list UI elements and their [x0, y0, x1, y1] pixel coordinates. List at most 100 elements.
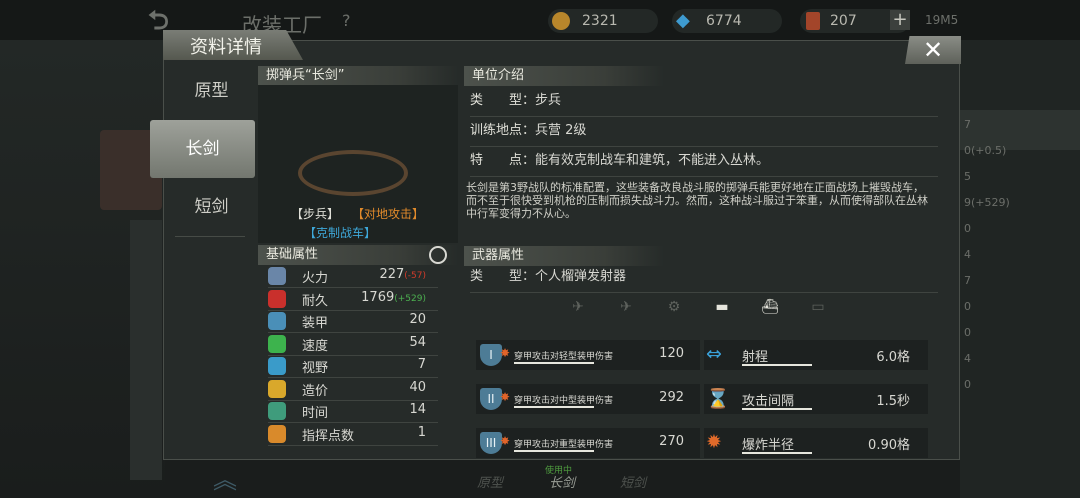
- tab-divider: [175, 236, 245, 237]
- background-value: 0(+0.5): [964, 144, 1007, 157]
- tab-shortsword[interactable]: 短剑: [165, 178, 258, 236]
- cost-icon: [268, 379, 286, 398]
- prop-label: 爆炸半径: [742, 438, 795, 453]
- diamond-icon: ◆: [676, 10, 690, 31]
- card-icon: [806, 12, 820, 30]
- weapon-type-row: 类 型：个人榴弹发射器: [470, 264, 938, 293]
- helicopter-icon: ⚙: [667, 299, 681, 315]
- explosion-icon: ✹: [706, 431, 722, 453]
- tab-longsword[interactable]: 长剑: [150, 120, 255, 178]
- background-value: 5: [964, 170, 971, 183]
- intro-key: 特 点：: [470, 153, 536, 168]
- close-button[interactable]: ✕: [905, 36, 961, 64]
- armor-shield-icon: III: [480, 432, 502, 454]
- stat-row: 火力 227(-57): [268, 265, 438, 288]
- background-value: 7: [964, 118, 971, 131]
- armor-shield-icon: I: [480, 344, 502, 366]
- intro-key: 训练地点：: [470, 123, 536, 138]
- damage-value: 292: [659, 390, 684, 405]
- damage-underline: [514, 450, 594, 452]
- add-button[interactable]: +: [890, 10, 910, 30]
- damage-label: 穿甲攻击对中型装甲伤害: [514, 396, 614, 406]
- background-bottom-tabs: 使用中 原型 长剑 短剑: [165, 460, 960, 498]
- stat-value: 20: [409, 312, 426, 327]
- top-bar: ⮌ 改装工厂 ? 2321 ◆ 6774 207 + 19M5: [0, 0, 1080, 40]
- damage-value: 120: [659, 346, 684, 361]
- ship-icon: ⛴: [761, 299, 779, 315]
- chevron-up-icon[interactable]: ︽: [205, 460, 245, 494]
- stat-value: 1769(+529): [361, 290, 426, 305]
- damage-value: 270: [659, 434, 684, 449]
- unit-base-ring: [298, 150, 408, 196]
- armor-class-roman: II: [487, 392, 495, 406]
- stat-value: 40: [409, 380, 426, 395]
- intro-row: 类 型：步兵: [470, 88, 938, 117]
- gold-counter: 2321: [548, 9, 658, 33]
- range-icon: ⇔: [706, 343, 722, 365]
- background-unit-list: [0, 40, 165, 498]
- armor-class-roman: I: [489, 348, 493, 362]
- intro-value: 兵营 2级: [535, 123, 587, 138]
- prop-underline: [742, 364, 812, 366]
- stat-number: 14: [409, 402, 426, 417]
- tab-prototype[interactable]: 原型: [165, 62, 258, 120]
- firepower-icon: [268, 267, 286, 285]
- bottom-tab-prototype[interactable]: 原型: [477, 472, 503, 491]
- time-icon: [268, 402, 286, 420]
- plane-icon: ✈: [572, 299, 584, 315]
- prop-label: 射程: [742, 350, 769, 365]
- stat-row: 速度 54: [268, 333, 438, 356]
- intro-key: 类 型：: [470, 93, 536, 108]
- unit-tag-type: 【步兵】: [291, 207, 340, 221]
- damage-row: II ✸ 穿甲攻击对中型装甲伤害 292: [476, 384, 700, 414]
- stat-number: 1769: [361, 289, 395, 305]
- flame-icon: ✸: [500, 390, 511, 404]
- background-stats-column: 7 0(+0.5) 5 9(+529) 0 4 7 0 0 4 0: [960, 40, 1080, 498]
- unit-intro-header: 单位介绍: [464, 66, 664, 86]
- stat-row: 时间 14: [268, 400, 438, 423]
- armor-class-roman: III: [485, 436, 497, 450]
- unit-description: 长剑是第3野战队的标准配置，这些装备改良战斗服的掷弹兵能更好地在正面战场上摧毁战…: [466, 181, 928, 220]
- stat-label: 视野: [302, 361, 329, 376]
- hourglass-icon: ⌛: [706, 388, 730, 410]
- command-icon: [268, 424, 286, 443]
- unit-tag-attack: 【对地攻击】: [352, 207, 425, 221]
- stat-label: 时间: [302, 406, 329, 421]
- tank-icon: ▬: [715, 299, 729, 315]
- gold-coin-icon: [552, 12, 570, 30]
- intro-row: 训练地点：兵营 2级: [470, 118, 938, 147]
- armor-icon: [268, 312, 286, 330]
- stat-bonus: (-57): [404, 271, 426, 281]
- base-stats-header: 基础属性: [258, 245, 458, 265]
- stat-label: 速度: [302, 338, 329, 354]
- bottom-tab-longsword[interactable]: 长剑: [549, 472, 575, 491]
- heart-icon: [268, 289, 286, 308]
- stat-value: 227(-57): [379, 267, 426, 282]
- bottom-tab-shortsword[interactable]: 短剑: [620, 472, 646, 491]
- eye-icon: [268, 357, 286, 375]
- stat-label: 指挥点数: [302, 428, 355, 444]
- background-value: 4: [964, 248, 971, 261]
- weapon-prop-row: ⇔ 射程 6.0格: [704, 340, 928, 370]
- diamond-counter: ◆ 6774: [672, 9, 782, 33]
- stat-label: 装甲: [302, 316, 329, 331]
- weapon-prop-row: ✹ 爆炸半径 0.90格: [704, 428, 928, 458]
- stat-bonus: (+529): [394, 293, 426, 304]
- panel-title: 资料详情: [190, 37, 262, 58]
- unit-tag-counter: 【克制战车】: [304, 226, 377, 240]
- submarine-icon: ▭: [811, 299, 825, 315]
- damage-underline: [514, 362, 594, 364]
- bomber-icon: ✈: [620, 299, 632, 315]
- rotate-view-icon[interactable]: [429, 246, 447, 264]
- background-value: 7: [964, 274, 971, 287]
- stat-row: 视野 7: [268, 355, 438, 378]
- prop-value: 1.5秒: [876, 394, 910, 409]
- flame-icon: ✸: [500, 346, 511, 360]
- intro-value: 步兵: [535, 93, 562, 108]
- damage-label: 穿甲攻击对重型装甲伤害: [514, 440, 614, 450]
- weapon-type-key: 类 型：: [470, 269, 536, 284]
- stat-row: 装甲 20: [268, 310, 438, 333]
- stat-value: 7: [418, 357, 426, 372]
- unit-name-header: 掷弹兵“长剑”: [258, 66, 458, 86]
- help-icon[interactable]: ?: [342, 11, 351, 30]
